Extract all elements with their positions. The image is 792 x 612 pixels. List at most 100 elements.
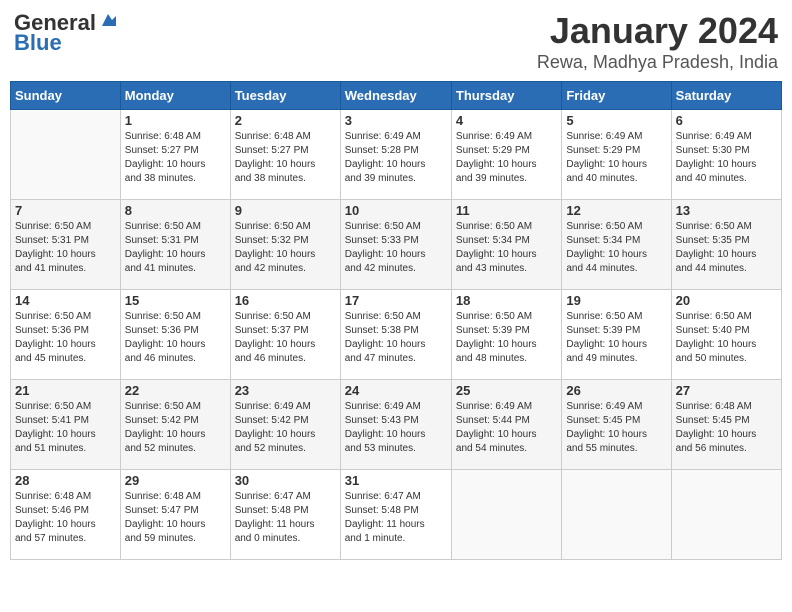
day-info: Sunrise: 6:49 AM Sunset: 5:45 PM Dayligh… (566, 400, 666, 456)
day-number: 1 (125, 113, 226, 128)
calendar-cell: 4 Sunrise: 6:49 AM Sunset: 5:29 PM Daylig… (451, 110, 561, 200)
calendar-cell: 14 Sunrise: 6:50 AM Sunset: 5:36 PM Dayli… (11, 290, 121, 380)
day-info: Sunrise: 6:48 AM Sunset: 5:47 PM Dayligh… (125, 490, 226, 546)
calendar-cell (11, 110, 121, 200)
calendar-cell: 10Sunrise: 6:50 AM Sunset: 5:33 PM Dayli… (340, 200, 451, 290)
day-info: Sunrise: 6:50 AM Sunset: 5:35 PM Dayligh… (676, 220, 777, 276)
day-info: Sunrise: 6:50 AM Sunset: 5:36 PM Dayligh… (125, 310, 226, 366)
calendar-cell: 18 Sunrise: 6:50 AM Sunset: 5:39 PM Dayli… (451, 290, 561, 380)
day-number: 8 (125, 203, 226, 218)
calendar-cell: 11 Sunrise: 6:50 AM Sunset: 5:34 PM Dayli… (451, 200, 561, 290)
calendar-cell: 9Sunrise: 6:50 AM Sunset: 5:32 PM Daylig… (230, 200, 340, 290)
calendar-cell: 16 Sunrise: 6:50 AM Sunset: 5:37 PM Dayli… (230, 290, 340, 380)
calendar-week-row: 7 Sunrise: 6:50 AM Sunset: 5:31 PM Daylig… (11, 200, 782, 290)
title-area: January 2024 Rewa, Madhya Pradesh, India (537, 10, 778, 73)
day-info: Sunrise: 6:50 AM Sunset: 5:32 PM Dayligh… (235, 220, 336, 276)
day-info: Sunrise: 6:49 AM Sunset: 5:28 PM Dayligh… (345, 130, 447, 186)
day-number: 27 (676, 383, 777, 398)
day-number: 28 (15, 473, 116, 488)
day-number: 4 (456, 113, 557, 128)
day-number: 23 (235, 383, 336, 398)
day-info: Sunrise: 6:50 AM Sunset: 5:39 PM Dayligh… (566, 310, 666, 366)
day-number: 31 (345, 473, 447, 488)
day-number: 25 (456, 383, 557, 398)
day-number: 7 (15, 203, 116, 218)
calendar-cell (451, 470, 561, 560)
calendar-cell: 8 Sunrise: 6:50 AM Sunset: 5:31 PM Daylig… (120, 200, 230, 290)
day-of-week-header: Tuesday (230, 82, 340, 110)
day-of-week-header: Friday (562, 82, 671, 110)
day-number: 19 (566, 293, 666, 308)
day-info: Sunrise: 6:50 AM Sunset: 5:39 PM Dayligh… (456, 310, 557, 366)
calendar-week-row: 21Sunrise: 6:50 AM Sunset: 5:41 PM Dayli… (11, 380, 782, 470)
day-number: 11 (456, 203, 557, 218)
day-info: Sunrise: 6:48 AM Sunset: 5:27 PM Dayligh… (125, 130, 226, 186)
day-info: Sunrise: 6:50 AM Sunset: 5:31 PM Dayligh… (125, 220, 226, 276)
logo-blue-text: Blue (14, 30, 62, 56)
calendar-cell: 30 Sunrise: 6:47 AM Sunset: 5:48 PM Dayli… (230, 470, 340, 560)
day-info: Sunrise: 6:48 AM Sunset: 5:45 PM Dayligh… (676, 400, 777, 456)
calendar-cell: 3 Sunrise: 6:49 AM Sunset: 5:28 PM Daylig… (340, 110, 451, 200)
calendar-cell: 17Sunrise: 6:50 AM Sunset: 5:38 PM Dayli… (340, 290, 451, 380)
calendar-cell: 25 Sunrise: 6:49 AM Sunset: 5:44 PM Dayli… (451, 380, 561, 470)
calendar-cell: 1 Sunrise: 6:48 AM Sunset: 5:27 PM Daylig… (120, 110, 230, 200)
day-info: Sunrise: 6:50 AM Sunset: 5:36 PM Dayligh… (15, 310, 116, 366)
day-info: Sunrise: 6:50 AM Sunset: 5:34 PM Dayligh… (566, 220, 666, 276)
sub-title: Rewa, Madhya Pradesh, India (537, 52, 778, 73)
day-number: 16 (235, 293, 336, 308)
calendar-cell: 5Sunrise: 6:49 AM Sunset: 5:29 PM Daylig… (562, 110, 671, 200)
day-info: Sunrise: 6:49 AM Sunset: 5:29 PM Dayligh… (456, 130, 557, 186)
calendar-cell (562, 470, 671, 560)
calendar-week-row: 28 Sunrise: 6:48 AM Sunset: 5:46 PM Dayli… (11, 470, 782, 560)
day-info: Sunrise: 6:49 AM Sunset: 5:44 PM Dayligh… (456, 400, 557, 456)
day-number: 26 (566, 383, 666, 398)
day-number: 2 (235, 113, 336, 128)
calendar-cell: 2 Sunrise: 6:48 AM Sunset: 5:27 PM Daylig… (230, 110, 340, 200)
day-of-week-header: Wednesday (340, 82, 451, 110)
header: General Blue January 2024 Rewa, Madhya P… (10, 10, 782, 73)
day-info: Sunrise: 6:47 AM Sunset: 5:48 PM Dayligh… (345, 490, 447, 546)
calendar-cell: 6Sunrise: 6:49 AM Sunset: 5:30 PM Daylig… (671, 110, 781, 200)
calendar-week-row: 14 Sunrise: 6:50 AM Sunset: 5:36 PM Dayli… (11, 290, 782, 380)
logo: General Blue (14, 10, 116, 56)
calendar-cell: 26 Sunrise: 6:49 AM Sunset: 5:45 PM Dayli… (562, 380, 671, 470)
day-number: 12 (566, 203, 666, 218)
day-info: Sunrise: 6:50 AM Sunset: 5:41 PM Dayligh… (15, 400, 116, 456)
day-number: 5 (566, 113, 666, 128)
calendar-cell: 31 Sunrise: 6:47 AM Sunset: 5:48 PM Dayli… (340, 470, 451, 560)
day-info: Sunrise: 6:50 AM Sunset: 5:33 PM Dayligh… (345, 220, 447, 276)
day-info: Sunrise: 6:48 AM Sunset: 5:46 PM Dayligh… (15, 490, 116, 546)
day-number: 24 (345, 383, 447, 398)
calendar-cell: 12 Sunrise: 6:50 AM Sunset: 5:34 PM Dayli… (562, 200, 671, 290)
day-number: 14 (15, 293, 116, 308)
day-info: Sunrise: 6:50 AM Sunset: 5:34 PM Dayligh… (456, 220, 557, 276)
day-number: 18 (456, 293, 557, 308)
main-title: January 2024 (537, 10, 778, 52)
day-number: 3 (345, 113, 447, 128)
calendar-cell: 13Sunrise: 6:50 AM Sunset: 5:35 PM Dayli… (671, 200, 781, 290)
calendar-cell: 20Sunrise: 6:50 AM Sunset: 5:40 PM Dayli… (671, 290, 781, 380)
day-number: 6 (676, 113, 777, 128)
day-number: 20 (676, 293, 777, 308)
calendar-table: SundayMondayTuesdayWednesdayThursdayFrid… (10, 81, 782, 560)
day-info: Sunrise: 6:50 AM Sunset: 5:42 PM Dayligh… (125, 400, 226, 456)
calendar-cell: 22 Sunrise: 6:50 AM Sunset: 5:42 PM Dayli… (120, 380, 230, 470)
day-info: Sunrise: 6:50 AM Sunset: 5:31 PM Dayligh… (15, 220, 116, 276)
logo-bird-icon (98, 12, 116, 30)
calendar-week-row: 1 Sunrise: 6:48 AM Sunset: 5:27 PM Daylig… (11, 110, 782, 200)
calendar-cell: 23 Sunrise: 6:49 AM Sunset: 5:42 PM Dayli… (230, 380, 340, 470)
day-number: 22 (125, 383, 226, 398)
calendar-cell (671, 470, 781, 560)
day-info: Sunrise: 6:49 AM Sunset: 5:42 PM Dayligh… (235, 400, 336, 456)
calendar-cell: 19 Sunrise: 6:50 AM Sunset: 5:39 PM Dayli… (562, 290, 671, 380)
calendar-cell: 15Sunrise: 6:50 AM Sunset: 5:36 PM Dayli… (120, 290, 230, 380)
day-info: Sunrise: 6:49 AM Sunset: 5:43 PM Dayligh… (345, 400, 447, 456)
day-info: Sunrise: 6:47 AM Sunset: 5:48 PM Dayligh… (235, 490, 336, 546)
day-info: Sunrise: 6:50 AM Sunset: 5:37 PM Dayligh… (235, 310, 336, 366)
day-of-week-header: Sunday (11, 82, 121, 110)
day-info: Sunrise: 6:48 AM Sunset: 5:27 PM Dayligh… (235, 130, 336, 186)
day-number: 30 (235, 473, 336, 488)
day-of-week-header: Monday (120, 82, 230, 110)
day-info: Sunrise: 6:50 AM Sunset: 5:38 PM Dayligh… (345, 310, 447, 366)
day-of-week-header: Saturday (671, 82, 781, 110)
